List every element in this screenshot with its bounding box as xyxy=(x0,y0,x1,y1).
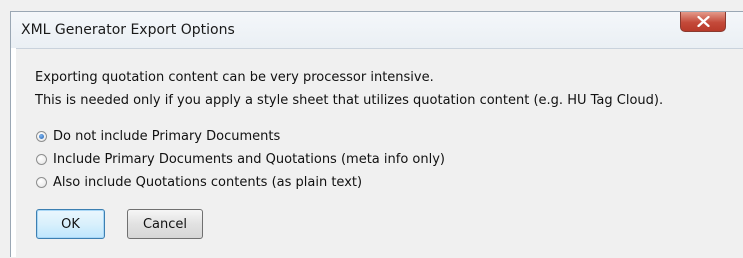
title-bar[interactable]: XML Generator Export Options xyxy=(11,12,743,48)
option-label[interactable]: Include Primary Documents and Quotations… xyxy=(53,152,445,167)
option-no-primary-documents[interactable]: Do not include Primary Documents xyxy=(36,127,280,145)
ok-button[interactable]: OK xyxy=(36,209,105,239)
close-button[interactable] xyxy=(680,12,726,32)
cancel-button[interactable]: Cancel xyxy=(127,209,203,239)
dialog-body: Exporting quotation content can be very … xyxy=(16,48,743,258)
radio-button-selected[interactable] xyxy=(36,130,47,142)
radio-button[interactable] xyxy=(36,153,47,165)
option-label[interactable]: Also include Quotations contents (as pla… xyxy=(53,175,362,190)
message-line-1: Exporting quotation content can be very … xyxy=(35,70,434,85)
radio-button[interactable] xyxy=(36,176,47,188)
dialog-title: XML Generator Export Options xyxy=(21,22,235,38)
export-options-dialog: XML Generator Export Options Exporting q… xyxy=(10,11,743,258)
message-line-2: This is needed only if you apply a style… xyxy=(35,93,664,108)
option-include-primary-docs-and-quotations[interactable]: Include Primary Documents and Quotations… xyxy=(36,150,445,168)
option-label[interactable]: Do not include Primary Documents xyxy=(53,129,280,144)
option-include-quotation-contents[interactable]: Also include Quotations contents (as pla… xyxy=(36,173,362,191)
close-icon xyxy=(697,16,710,27)
